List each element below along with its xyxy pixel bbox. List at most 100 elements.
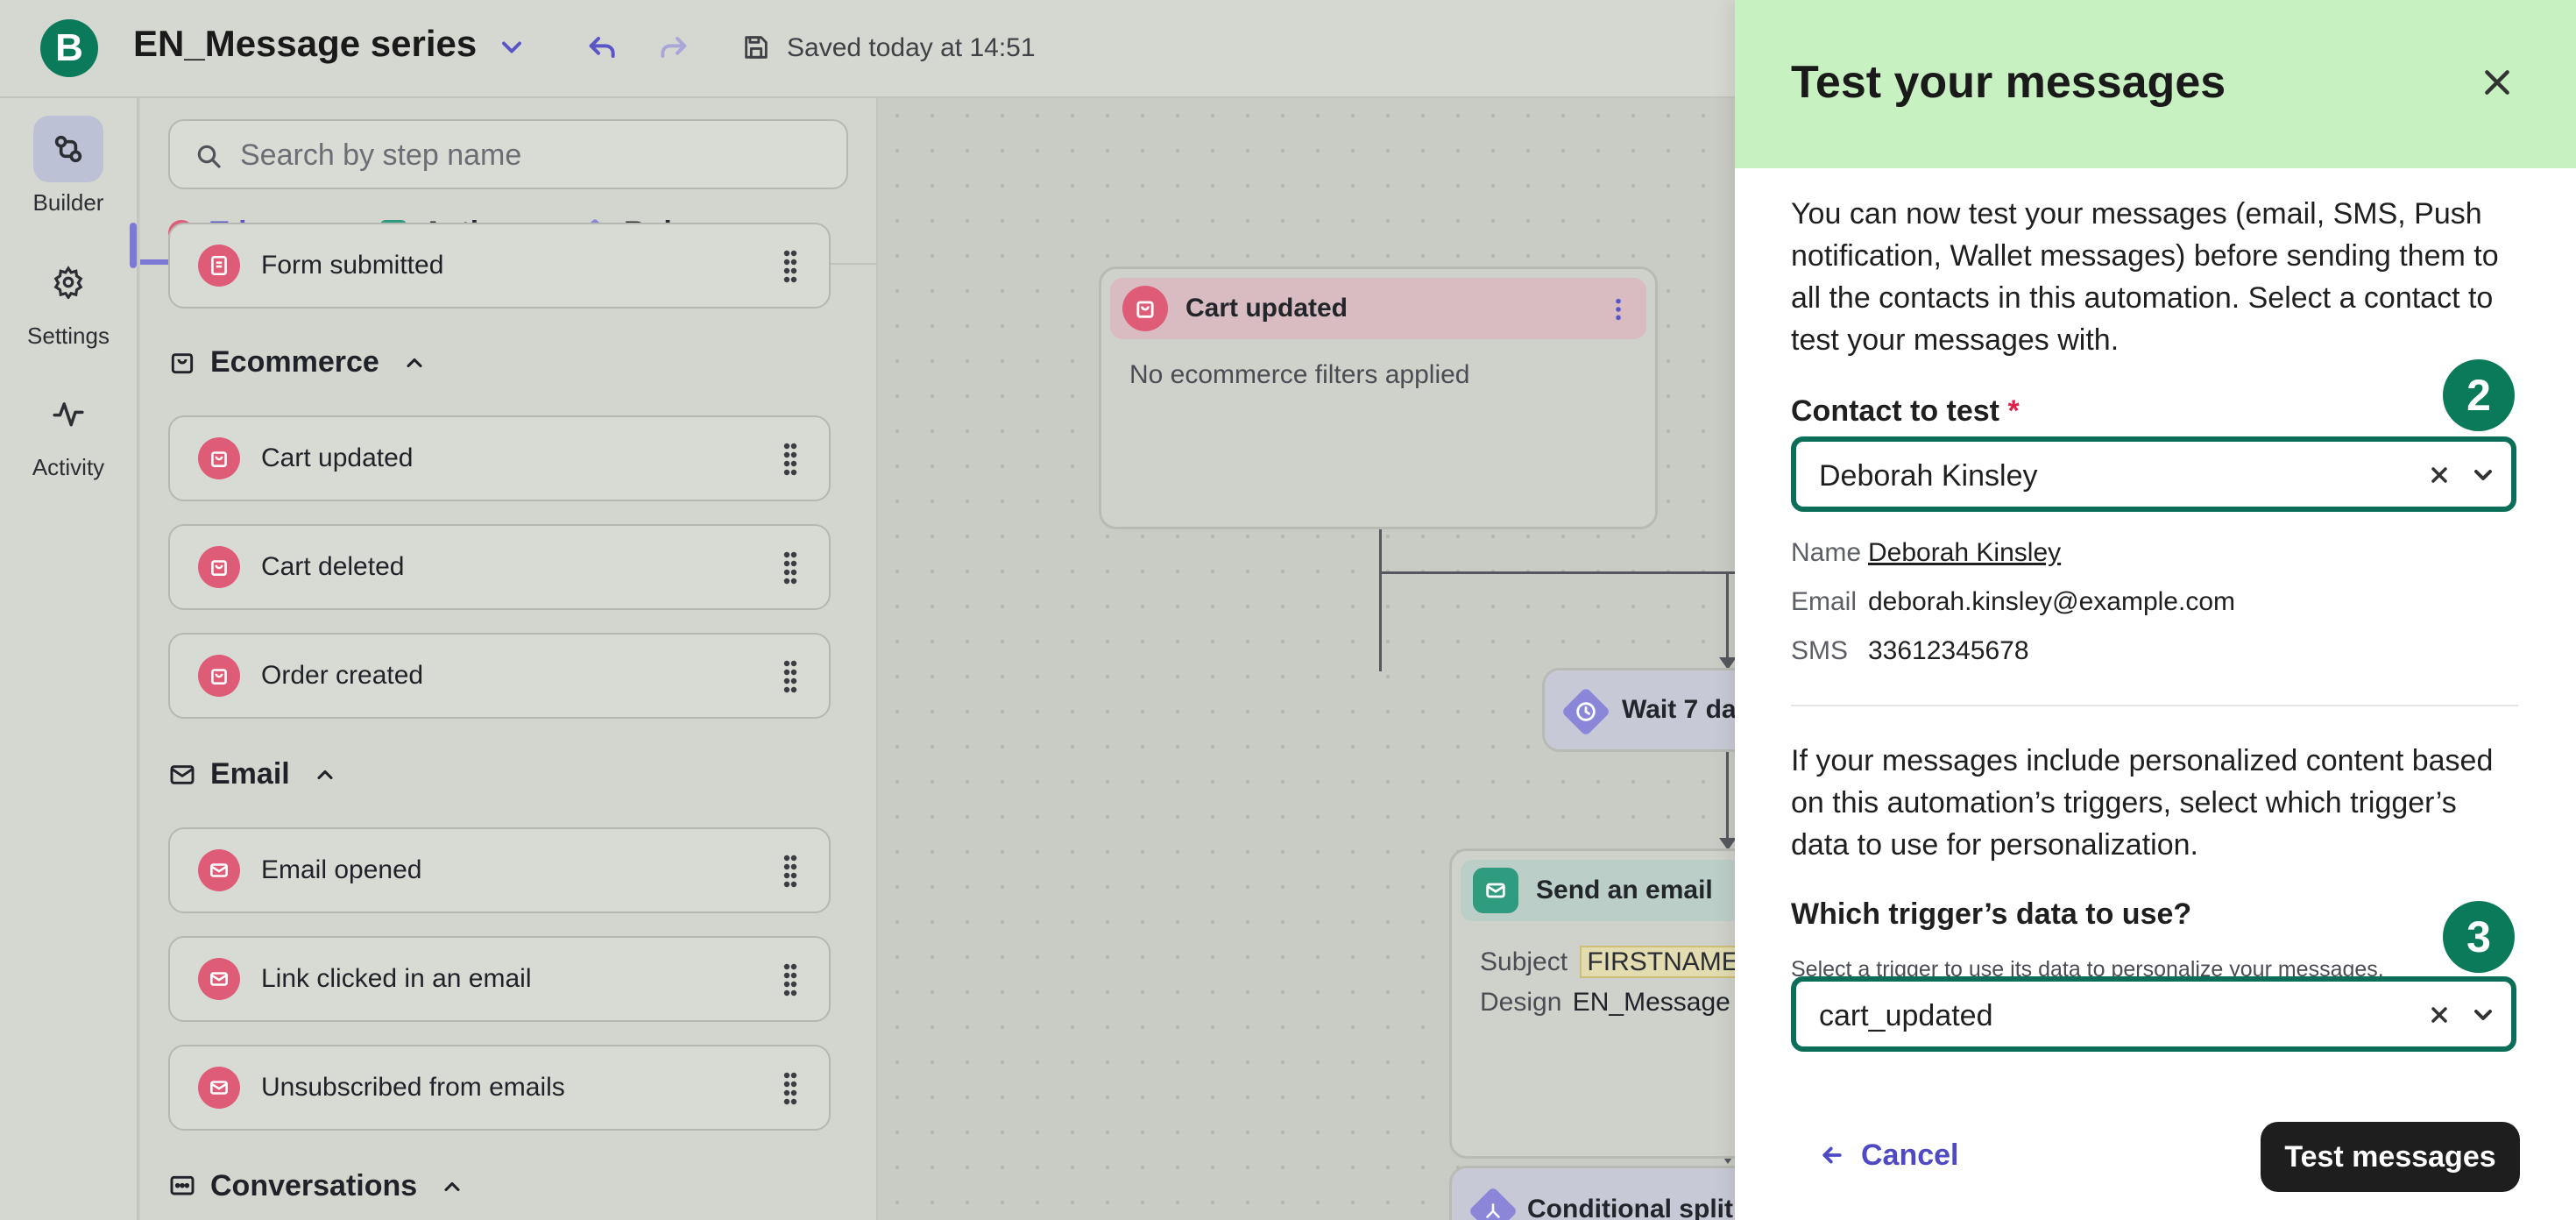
info-value: 33612345678 [1868, 636, 2029, 665]
connector-line [1379, 571, 1735, 574]
search-input[interactable] [240, 135, 818, 175]
chevron-down-icon[interactable] [2469, 1001, 2497, 1029]
contact-select-value: Deborah Kinsley [1819, 459, 2038, 493]
node-body-text: No ecommerce filters applied [1129, 360, 1470, 389]
conditional-split-node[interactable]: Conditional split [1449, 1166, 1735, 1220]
drag-handle-icon[interactable] [782, 441, 799, 476]
trigger-select[interactable]: cart_updated [1791, 976, 2516, 1052]
section-title: Ecommerce [210, 345, 379, 379]
chevron-down-icon[interactable] [2469, 461, 2497, 489]
design-value: EN_Message series [1572, 988, 1735, 1017]
chevron-down-icon[interactable] [496, 32, 527, 63]
list-item-label: Link clicked in an email [261, 964, 532, 993]
list-item-label: Unsubscribed from emails [261, 1073, 565, 1102]
drag-handle-icon[interactable] [782, 961, 799, 997]
trigger-select-value: cart_updated [1819, 999, 1993, 1032]
rail-item-settings[interactable]: Settings [0, 249, 137, 350]
contact-select[interactable]: Deborah Kinsley [1791, 436, 2516, 512]
envelope-icon [1473, 868, 1518, 913]
trigger-field-label: Which trigger’s data to use? [1791, 897, 2192, 931]
save-icon [745, 36, 768, 59]
send-email-node[interactable]: Send an email Subject FIRSTNAME Design E… [1449, 848, 1735, 1159]
gear-icon [33, 249, 103, 316]
list-item-label: Form submitted [261, 251, 444, 280]
form-icon [198, 245, 240, 287]
undo-icon[interactable] [585, 30, 620, 65]
contact-name-link[interactable]: Deborah Kinsley [1868, 538, 2061, 567]
test-messages-button[interactable]: Test messages [2261, 1122, 2520, 1192]
list-item-order-created[interactable]: Order created [168, 633, 831, 719]
drag-handle-icon[interactable] [782, 853, 799, 888]
drag-handle-icon[interactable] [782, 1070, 799, 1105]
drag-handle-icon[interactable] [782, 550, 799, 585]
drag-handle-icon[interactable] [782, 248, 799, 283]
info-key: Email [1791, 587, 1858, 616]
list-item-link-clicked[interactable]: Link clicked in an email [168, 936, 831, 1022]
steps-panel: Triggers Actions Rules Form submitted Ec… [140, 98, 878, 1220]
contact-field-label: Contact to test * [1791, 394, 2020, 429]
connector-line [1726, 747, 1729, 841]
info-value: deborah.kinsley@example.com [1868, 587, 2235, 616]
list-item-label: Order created [261, 661, 424, 690]
wait-node[interactable]: Wait 7 days [1542, 668, 1735, 752]
clear-icon[interactable] [2427, 463, 2452, 487]
list-item-unsubscribed[interactable]: Unsubscribed from emails [168, 1045, 831, 1131]
activity-icon [33, 380, 103, 447]
redo-icon[interactable] [655, 30, 690, 65]
connector-line [1726, 571, 1729, 661]
cancel-button[interactable]: Cancel [1819, 1120, 1959, 1190]
shopping-bag-icon [198, 437, 240, 479]
section-conversations-header[interactable]: Conversations [168, 1169, 464, 1203]
info-key: Name [1791, 538, 1862, 567]
design-label: Design [1480, 988, 1562, 1017]
section-email-header[interactable]: Email [168, 757, 337, 791]
search-icon [197, 145, 221, 168]
rail-label: Activity [32, 454, 105, 480]
email-subject-row: Subject FIRSTNAME [1480, 946, 1735, 978]
list-item-label: Email opened [261, 855, 422, 884]
kebab-menu-icon[interactable] [1613, 297, 1624, 322]
close-icon[interactable] [2480, 65, 2515, 100]
personalization-text: If your messages include personalized co… [1791, 744, 2494, 862]
automation-title[interactable]: EN_Message series [133, 23, 477, 65]
list-item-email-opened[interactable]: Email opened [168, 827, 831, 913]
drawer-title: Test your messages [1791, 57, 2226, 108]
rail-label: Builder [32, 189, 104, 216]
shopping-bag-icon [198, 546, 240, 588]
drag-handle-icon[interactable] [782, 658, 799, 693]
left-rail: Builder Settings Activity [0, 98, 138, 1220]
trigger-node[interactable]: Cart updated No ecommerce filters applie… [1099, 266, 1658, 529]
rail-item-builder[interactable]: Builder [0, 116, 137, 216]
node-title: Conditional split [1527, 1195, 1733, 1220]
info-key: SMS [1791, 636, 1849, 665]
step-badge-3: 3 [2443, 901, 2515, 973]
clear-icon[interactable] [2427, 1003, 2452, 1027]
step-badge-2: 2 [2443, 359, 2515, 431]
search-box [168, 119, 848, 189]
envelope-icon [170, 764, 195, 784]
drawer-intro-text: You can now test your messages (email, S… [1791, 197, 2499, 357]
contact-sms-row: SMS 33612345678 [1791, 636, 2029, 666]
section-title: Email [210, 757, 290, 791]
builder-icon [33, 116, 103, 182]
chevron-up-icon[interactable] [402, 351, 427, 375]
trigger-node-header: Cart updated [1110, 278, 1646, 339]
workflow-canvas[interactable]: Cart updated No ecommerce filters applie… [880, 98, 1735, 1220]
node-title: Send an email [1536, 876, 1713, 904]
section-divider [1791, 705, 2518, 706]
list-item-form-submitted[interactable]: Form submitted [168, 223, 831, 309]
section-ecommerce-header[interactable]: Ecommerce [168, 345, 427, 379]
rail-item-activity[interactable]: Activity [0, 380, 137, 481]
list-item-cart-deleted[interactable]: Cart deleted [168, 524, 831, 610]
list-item-cart-updated[interactable]: Cart updated [168, 415, 831, 501]
node-title: Wait 7 days [1622, 695, 1735, 724]
chevron-up-icon[interactable] [440, 1174, 464, 1199]
connector-line [1379, 528, 1382, 671]
personalization-token: FIRSTNAME [1580, 946, 1735, 978]
chevron-up-icon[interactable] [313, 762, 337, 787]
arrow-left-icon [1822, 1146, 1842, 1164]
split-icon [1468, 1186, 1518, 1220]
brand-logo[interactable]: B [40, 19, 98, 77]
required-mark: * [2007, 394, 2020, 428]
section-title: Conversations [210, 1169, 418, 1202]
